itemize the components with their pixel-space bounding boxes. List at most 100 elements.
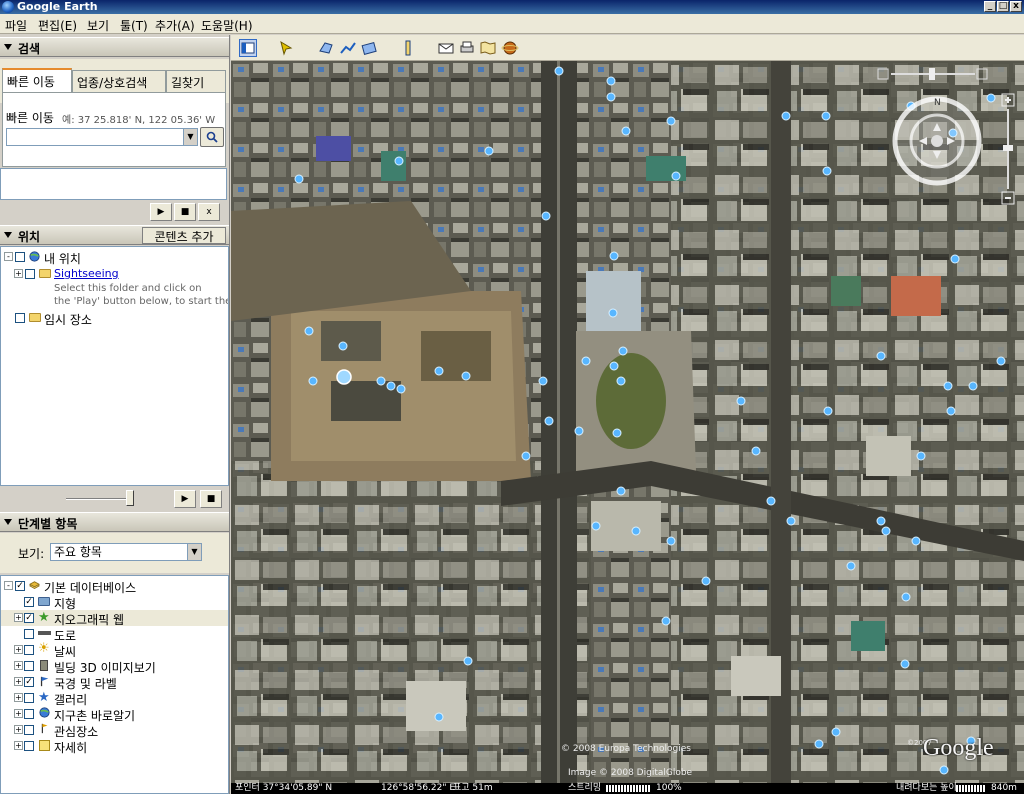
fly-to-input[interactable]: ▼ [6,128,198,146]
search-button[interactable] [200,127,224,147]
folder-icon [39,269,51,278]
elevation: 표고 51m [453,783,493,793]
path-icon [340,42,356,54]
layers-panel-header[interactable]: 단계별 항목 [0,512,229,532]
ruler-button[interactable] [399,39,417,57]
checkbox[interactable] [24,661,34,671]
search-panel-header[interactable]: 검색 [0,37,229,57]
expand-icon[interactable]: + [14,677,23,686]
email-button[interactable] [437,39,455,57]
search-results-box[interactable] [0,168,227,200]
expand-icon[interactable]: + [14,269,23,278]
magnifier-icon [206,131,218,143]
flag-icon [40,676,49,687]
layer-label: 갤러리 [54,693,88,707]
expand-icon[interactable]: + [14,725,23,734]
view-in-maps-button[interactable] [479,39,497,57]
expand-icon[interactable]: - [4,252,13,261]
add-placemark-button[interactable] [277,39,295,57]
streaming-progress [606,785,650,792]
menu-bar: 파일 편집(E) 보기 툴(T) 추가(A) 도움말(H) [0,14,1024,34]
menu-edit[interactable]: 편집(E) [38,17,77,34]
road-icon [38,631,51,635]
menu-file[interactable]: 파일 [5,17,27,34]
tilt-slider-icon [877,68,988,80]
checkbox[interactable] [25,269,35,279]
stack-icon [28,581,41,589]
stop-button[interactable]: ■ [174,203,196,221]
checkbox[interactable] [24,693,34,703]
print-button[interactable] [458,39,476,57]
tour-slider-track[interactable] [66,498,132,500]
maximize-button[interactable]: □ [997,1,1009,12]
eye-altitude-label: 내려다보는 높이 [896,783,957,793]
fly-to-pane: 빠른 이동 예: 37 25.818' N, 122 05.36' W ▼ [2,92,226,167]
add-content-button[interactable]: 콘텐츠 추가 [142,227,226,244]
checkbox[interactable]: ✓ [24,677,34,687]
sidebar-icon [241,42,255,54]
navigation-ring[interactable]: N [891,95,983,187]
sky-button[interactable] [501,39,519,57]
checkbox[interactable] [24,645,34,655]
checkbox[interactable] [24,741,34,751]
menu-view[interactable]: 보기 [87,17,109,34]
view-select[interactable]: 주요 항목 ▼ [50,543,202,561]
image-overlay-icon [361,41,377,55]
add-overlay-button[interactable] [360,39,378,57]
add-polygon-button[interactable] [317,39,335,57]
close-button[interactable]: x [1010,1,1022,12]
fly-to-label: 빠른 이동 [6,111,54,125]
play-button[interactable]: ▶ [150,203,172,221]
copyright-digitalglobe: Image © 2008 DigitalGlobe [568,768,693,778]
tour-slider-thumb[interactable] [126,490,134,506]
pointer-latitude: 포인터 37°34'05.89" N [235,783,333,793]
play-tour-button[interactable]: ▶ [174,490,196,508]
search-panel-title: 검색 [18,42,41,56]
menu-help[interactable]: 도움말(H) [201,17,253,34]
look-slider[interactable] [877,67,989,81]
expand-icon[interactable]: - [4,581,13,590]
sun-icon: ☀ [38,641,50,656]
stop-tour-button[interactable]: ■ [200,490,222,508]
checkbox[interactable] [15,252,25,262]
checkbox[interactable] [24,629,34,639]
note-icon [39,740,50,751]
expand-icon[interactable]: + [14,645,23,654]
menu-tools[interactable]: 툴(T) [120,17,148,34]
map-view[interactable]: N © 2008 Europa Technologies Image © 200… [231,61,1024,783]
minimize-button[interactable]: _ [984,1,996,12]
expand-icon[interactable]: + [14,693,23,702]
sidebar-toggle-button[interactable] [239,39,257,57]
clear-button[interactable]: x [198,203,220,221]
checkbox[interactable] [24,709,34,719]
tab-local-search[interactable]: 업종/상호검색 [72,70,166,92]
checkbox[interactable] [24,725,34,735]
checkbox[interactable]: ✓ [24,613,34,623]
expand-icon[interactable]: + [14,661,23,670]
collapse-triangle-icon [4,232,12,238]
google-logo: Google [923,735,994,761]
expand-icon[interactable]: + [14,741,23,750]
tab-fly-to[interactable]: 빠른 이동 [2,68,72,92]
streaming-label: 스트리밍 [568,783,602,793]
zoom-slider[interactable] [1001,93,1015,205]
checkbox[interactable]: ✓ [24,597,34,607]
tree-label-link[interactable]: Sightseeing [54,267,119,280]
tab-directions[interactable]: 길찾기 [166,70,226,92]
ruler-icon [405,40,411,56]
add-path-button[interactable] [339,39,357,57]
dropdown-arrow-icon[interactable]: ▼ [187,544,201,560]
layer-label: 관심장소 [54,725,99,739]
dropdown-arrow-icon[interactable]: ▼ [183,129,197,145]
layer-label: 도로 [54,629,77,643]
places-panel-header[interactable]: 위치 콘텐츠 추가 [0,225,229,245]
checkbox[interactable]: ✓ [15,581,25,591]
layer-row-selected[interactable]: + ✓ ★ 지오그래픽 웹 [1,610,228,627]
menu-add[interactable]: 추가(A) [155,17,195,34]
tour-controls: ▶ ■ [0,487,229,511]
checkbox[interactable] [15,313,25,323]
expand-icon[interactable]: + [14,613,23,622]
star-icon: ★ [38,610,50,625]
expand-icon[interactable]: + [14,709,23,718]
google-earth-icon [2,1,14,13]
